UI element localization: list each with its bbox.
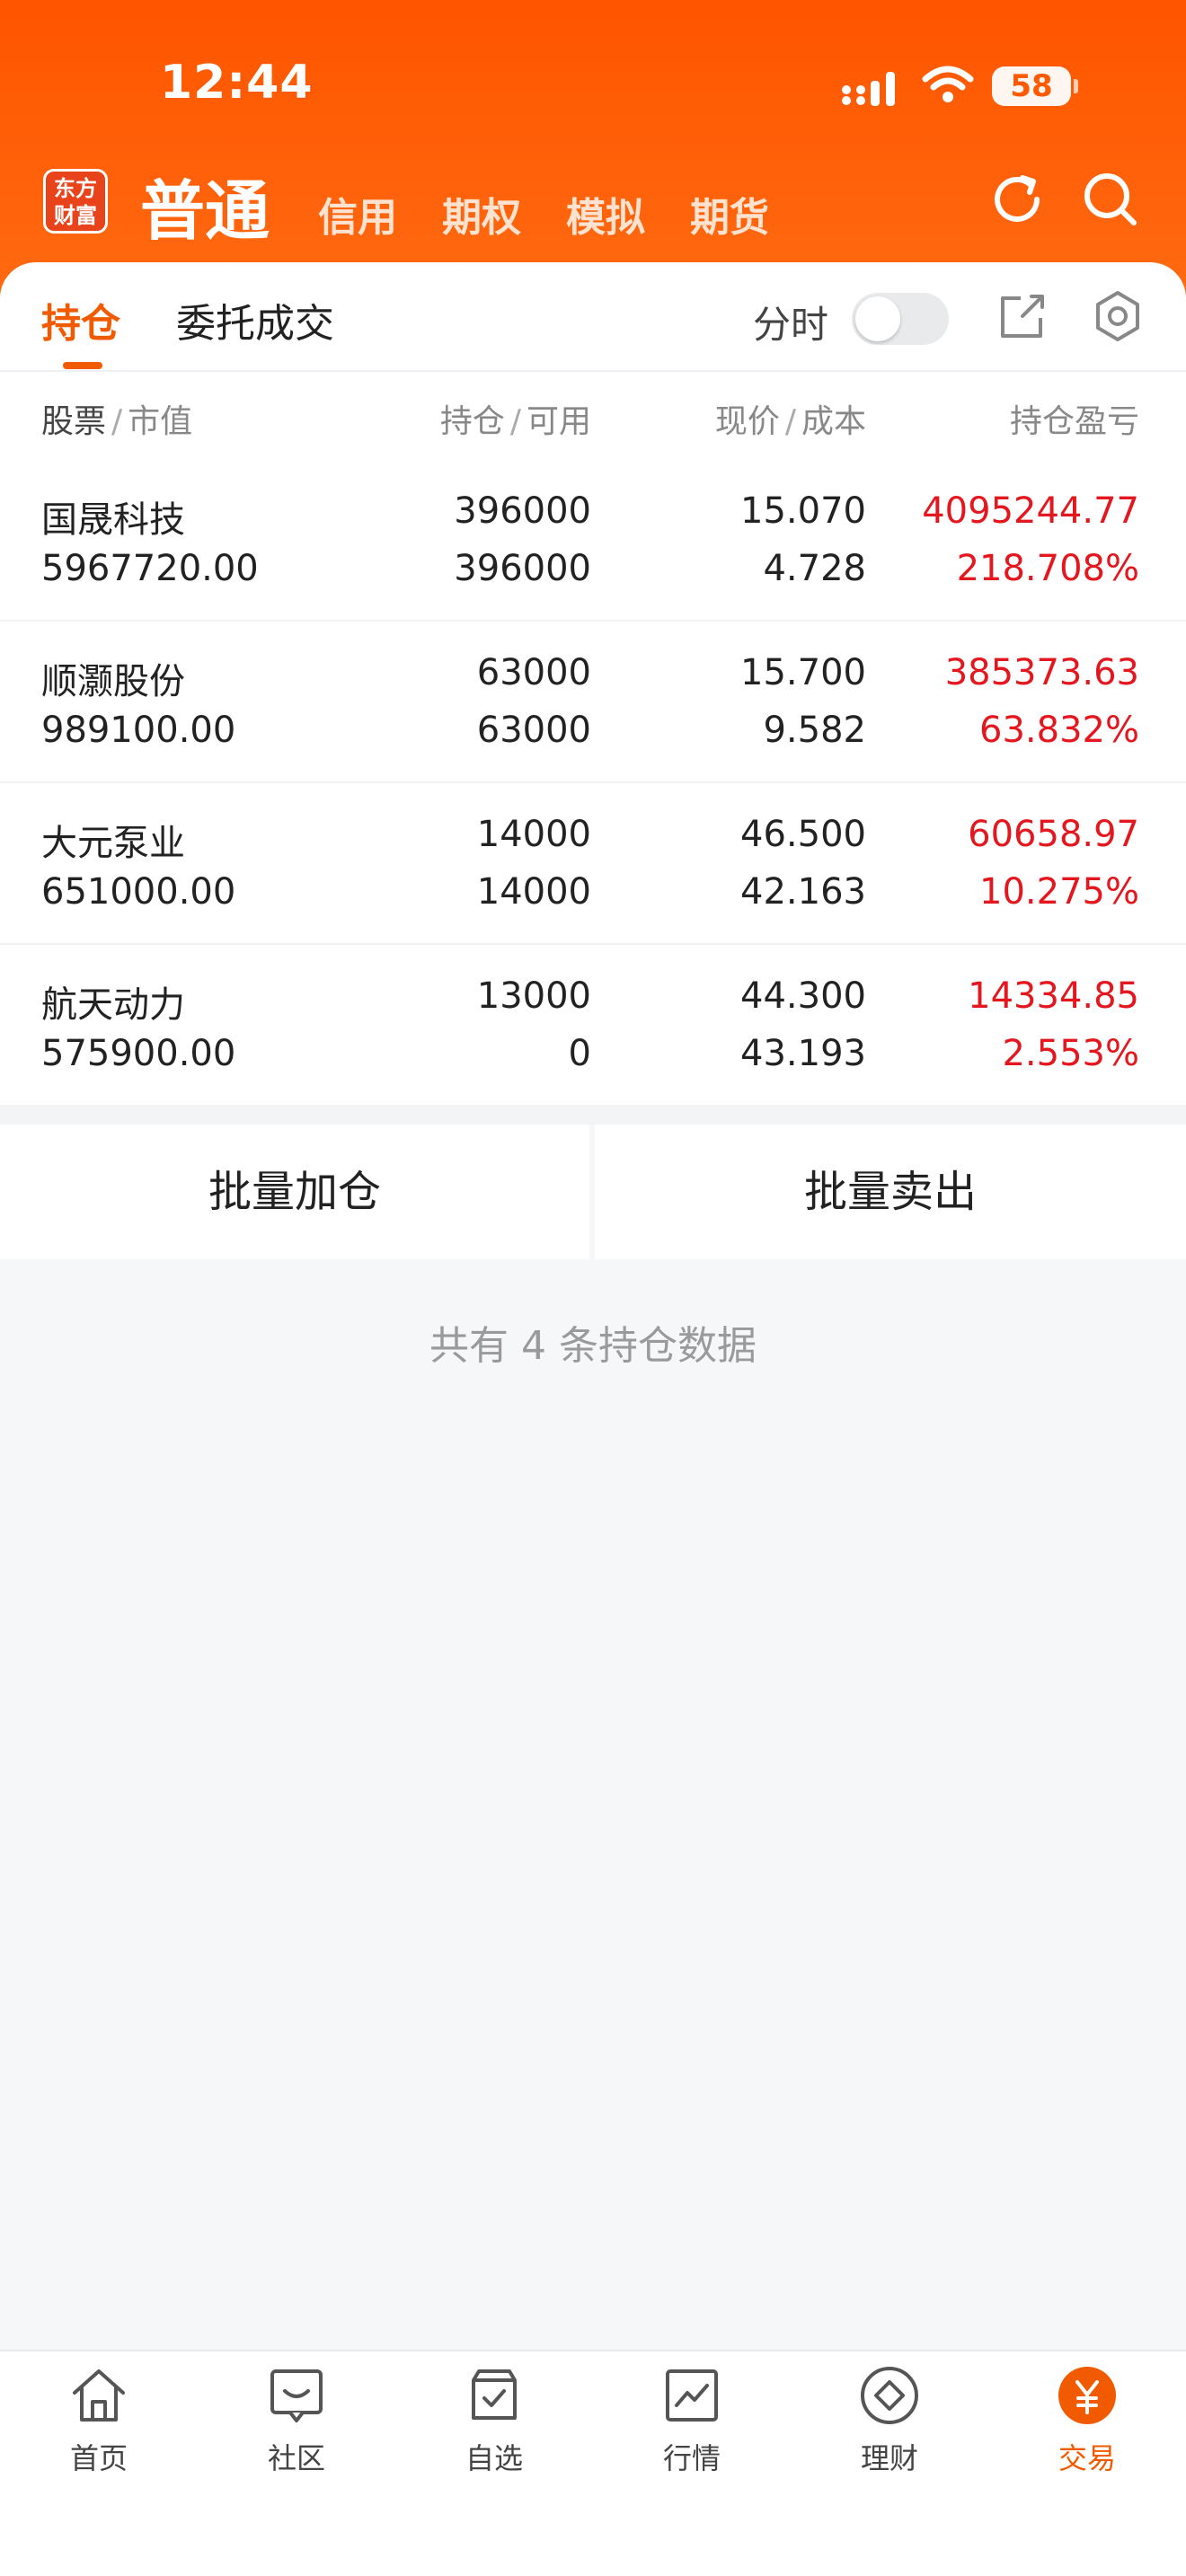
cost-price: 4.728 <box>763 548 866 589</box>
row-divider <box>0 781 1186 783</box>
available-qty: 14000 <box>476 871 591 913</box>
position-pnl-pct: 218.708% <box>956 548 1139 589</box>
current-price: 15.700 <box>740 652 866 693</box>
stock-name: 大元泵业 <box>41 823 185 864</box>
position-pnl: 14334.85 <box>968 975 1139 1017</box>
batch-sell-button[interactable]: 批量卖出 <box>595 1125 1186 1259</box>
market-value: 575900.00 <box>41 1033 236 1074</box>
position-pnl-pct: 10.275% <box>979 871 1139 913</box>
position-pnl-pct: 2.553% <box>1002 1033 1139 1074</box>
nav-home[interactable]: 首页 <box>0 2364 198 2490</box>
column-header-stock-name: 股票 <box>41 403 107 440</box>
refresh-icon[interactable] <box>985 167 1049 232</box>
market-value: 5967720.00 <box>41 548 259 589</box>
nav-market[interactable]: 行情 <box>593 2364 791 2490</box>
diamond-icon <box>861 2367 918 2424</box>
tab-simulation[interactable]: 模拟 <box>566 185 645 243</box>
tab-divider <box>0 370 1186 372</box>
nav-home-label: 首页 <box>69 2441 128 2475</box>
column-header-market-value: 市值 <box>128 403 193 440</box>
nav-wealth[interactable]: 理财 <box>791 2364 988 2490</box>
available-qty: 0 <box>568 1033 591 1074</box>
tab-credit[interactable]: 信用 <box>318 185 397 243</box>
column-header-cost: 成本 <box>801 403 866 440</box>
tab-futures[interactable]: 期货 <box>690 185 769 243</box>
home-icon <box>73 2369 125 2422</box>
watchlist-icon <box>472 2369 517 2420</box>
holding-qty: 396000 <box>454 490 591 532</box>
holding-qty: 14000 <box>476 814 591 855</box>
subtab-orders[interactable]: 委托成交 <box>176 291 334 348</box>
stock-name: 航天动力 <box>41 984 185 1026</box>
cost-price: 43.193 <box>740 1033 866 1074</box>
column-header-stock: 股票 / 市值 <box>41 395 192 442</box>
nav-watchlist-label: 自选 <box>465 2441 523 2475</box>
chat-icon <box>270 2369 323 2422</box>
available-qty: 396000 <box>454 548 591 589</box>
holding-qty: 63000 <box>476 652 591 693</box>
nav-wealth-label: 理财 <box>860 2441 918 2475</box>
nav-watchlist[interactable]: 自选 <box>395 2364 593 2490</box>
nav-community[interactable]: 社区 <box>198 2364 395 2490</box>
column-header-pnl: 持仓盈亏 <box>1009 403 1139 440</box>
current-price: 15.070 <box>740 490 866 532</box>
position-pnl: 385373.63 <box>944 652 1139 693</box>
current-price: 46.500 <box>740 814 866 855</box>
settings-icon[interactable] <box>1091 289 1145 343</box>
stock-name: 顺灏股份 <box>41 661 185 702</box>
column-separator: / <box>111 403 123 440</box>
column-separator: / <box>509 403 521 440</box>
cost-price: 9.582 <box>763 710 866 751</box>
active-tab-indicator <box>63 362 102 369</box>
column-header-available: 可用 <box>526 403 591 440</box>
positions-summary: 共有 4 条持仓数据 <box>429 1323 757 1369</box>
stock-name: 国晟科技 <box>41 499 185 541</box>
cost-price: 42.163 <box>740 871 866 913</box>
fenshi-label: 分时 <box>753 303 829 347</box>
share-icon[interactable] <box>996 289 1049 343</box>
nav-trade[interactable]: 交易 <box>988 2364 1186 2490</box>
tab-options[interactable]: 期权 <box>442 185 521 243</box>
wifi-icon <box>922 66 974 102</box>
column-header-price: 现价 / 成本 <box>715 395 866 442</box>
position-pnl-pct: 63.832% <box>979 710 1139 751</box>
chart-icon <box>666 2369 718 2422</box>
battery-indicator: 58 <box>992 66 1078 106</box>
status-time: 12:44 <box>160 56 314 110</box>
nav-community-label: 社区 <box>267 2441 325 2475</box>
column-separator: / <box>784 403 796 440</box>
fenshi-toggle[interactable] <box>852 293 949 345</box>
column-header-holding-label: 持仓 <box>439 403 505 440</box>
column-header-price-label: 现价 <box>714 403 780 440</box>
holding-qty: 13000 <box>476 975 591 1017</box>
subtab-positions[interactable]: 持仓 <box>41 291 120 348</box>
tab-normal[interactable]: 普通 <box>140 158 270 252</box>
market-value: 651000.00 <box>41 871 236 913</box>
row-divider <box>0 620 1186 622</box>
nav-trade-label: 交易 <box>1058 2441 1116 2475</box>
position-pnl: 4095244.77 <box>922 490 1139 532</box>
nav-market-label: 行情 <box>662 2441 721 2475</box>
column-header-holding: 持仓 / 可用 <box>440 395 591 442</box>
section-gap <box>0 1105 1186 1125</box>
row-divider <box>0 943 1186 945</box>
current-price: 44.300 <box>740 975 866 1017</box>
signal-icon <box>842 72 895 106</box>
batch-add-button[interactable]: 批量加仓 <box>0 1125 589 1259</box>
position-pnl: 60658.97 <box>968 814 1139 855</box>
yuan-icon <box>1058 2367 1116 2424</box>
toggle-knob <box>855 296 900 341</box>
search-icon[interactable] <box>1078 167 1143 232</box>
app-logo[interactable]: 东方 财富 <box>43 169 108 234</box>
market-value: 989100.00 <box>41 710 236 751</box>
available-qty: 63000 <box>476 710 591 751</box>
